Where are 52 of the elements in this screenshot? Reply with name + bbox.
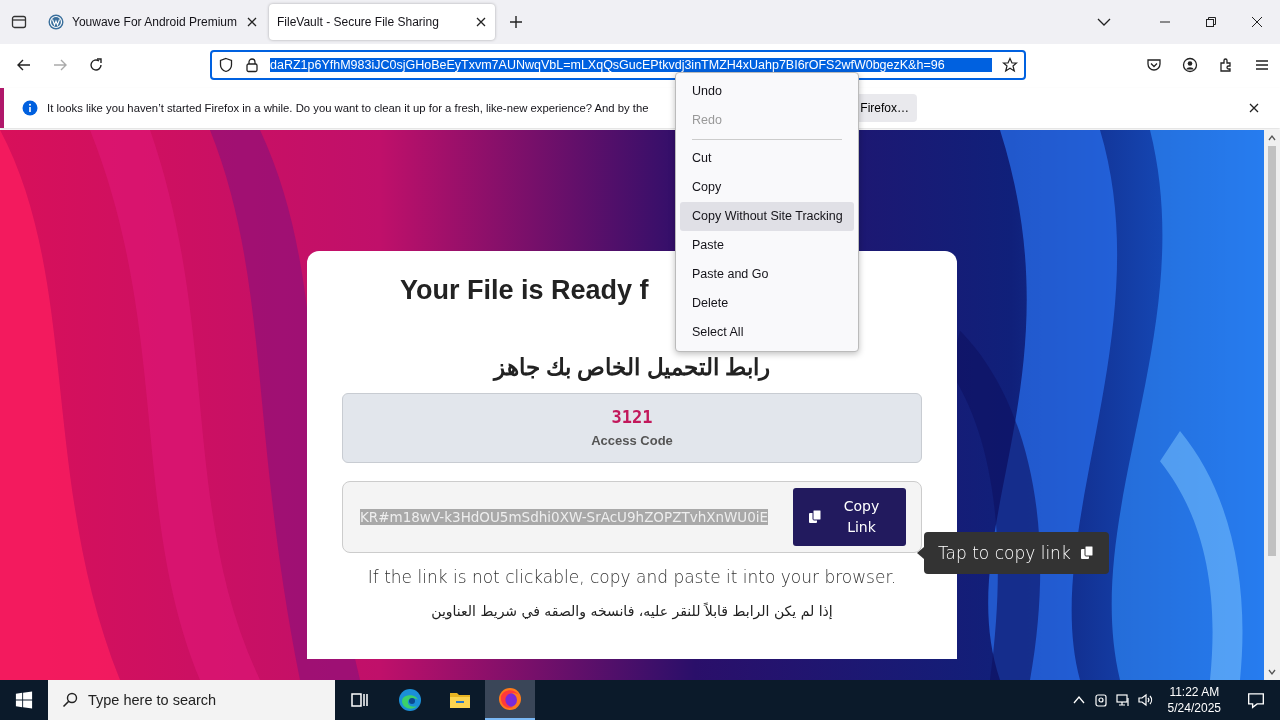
menu-item[interactable]: Copy xyxy=(680,173,854,202)
menu-item[interactable]: Cut xyxy=(680,144,854,173)
account-icon[interactable] xyxy=(1182,57,1198,73)
tooltip-text: Tap to copy link xyxy=(938,543,1071,563)
info-icon xyxy=(22,100,38,116)
arabic-instruction-text: إذا لم يكن الرابط قابلاً للنقر عليه، فانسخه والصقه في شريط العناوين xyxy=(431,603,833,619)
search-icon xyxy=(62,692,78,708)
menu-item[interactable]: Paste and Go xyxy=(680,260,854,289)
star-icon[interactable] xyxy=(1002,57,1018,73)
extensions-icon[interactable] xyxy=(1218,57,1234,73)
menu-item[interactable]: Copy Without Site Tracking xyxy=(680,202,854,231)
camera-icon[interactable] xyxy=(1092,692,1109,708)
browser-tab[interactable]: FileVault - Secure File Sharing xyxy=(269,4,495,40)
tab-list-icon[interactable] xyxy=(11,14,27,30)
close-icon[interactable] xyxy=(246,16,258,28)
copy-icon xyxy=(1078,545,1095,561)
clock-time[interactable]: 11:22 AM xyxy=(1169,684,1220,700)
close-icon[interactable] xyxy=(1248,102,1260,114)
menu-item[interactable]: Paste xyxy=(680,231,854,260)
firefox-icon xyxy=(498,687,522,711)
taskbar-search-field[interactable]: Type here to search xyxy=(48,680,335,720)
network-icon[interactable] xyxy=(1114,692,1131,708)
edge-icon xyxy=(398,688,422,712)
menu-item[interactable]: Select All xyxy=(680,318,854,347)
copy-link-button[interactable]: Copy Link xyxy=(793,488,906,546)
instruction-text: If the link is not clickable, copy and paste it into your browser. xyxy=(367,567,897,587)
copy-icon xyxy=(807,509,823,525)
menu-item[interactable]: Delete xyxy=(680,289,854,318)
restore-icon[interactable] xyxy=(1205,16,1217,28)
volume-icon[interactable] xyxy=(1136,692,1153,708)
arabic-heading: رابط التحميل الخاص بك جاهز xyxy=(493,354,771,381)
close-icon[interactable] xyxy=(1251,16,1263,28)
start-icon[interactable] xyxy=(15,691,33,709)
new-tab-icon[interactable] xyxy=(508,14,524,30)
back-icon[interactable] xyxy=(16,57,32,73)
notification-message: It looks like you haven’t started Firefox in a while. Do you want to clean it up for a fresh, like-new experience? And by the xyxy=(47,102,649,114)
notifications-icon[interactable] xyxy=(1247,691,1265,709)
scroll-up-icon[interactable] xyxy=(1267,133,1277,143)
scroll-down-icon[interactable] xyxy=(1267,667,1277,677)
browser-tab[interactable]: Youwave For Android Premium xyxy=(40,4,266,40)
shield-icon[interactable] xyxy=(218,57,234,73)
reload-icon[interactable] xyxy=(88,57,104,73)
access-code: 3121 xyxy=(611,407,653,427)
scrollbar[interactable] xyxy=(1264,130,1280,680)
clock-date[interactable]: 5/24/2025 xyxy=(1167,700,1221,716)
close-icon[interactable] xyxy=(475,16,487,28)
access-code-label: Access Code xyxy=(591,433,673,448)
pocket-icon[interactable] xyxy=(1146,57,1162,73)
menu-icon[interactable] xyxy=(1254,57,1270,73)
site-icon xyxy=(48,14,64,30)
lock-icon xyxy=(244,57,260,73)
page-heading: Your File is Ready f xyxy=(399,275,649,306)
